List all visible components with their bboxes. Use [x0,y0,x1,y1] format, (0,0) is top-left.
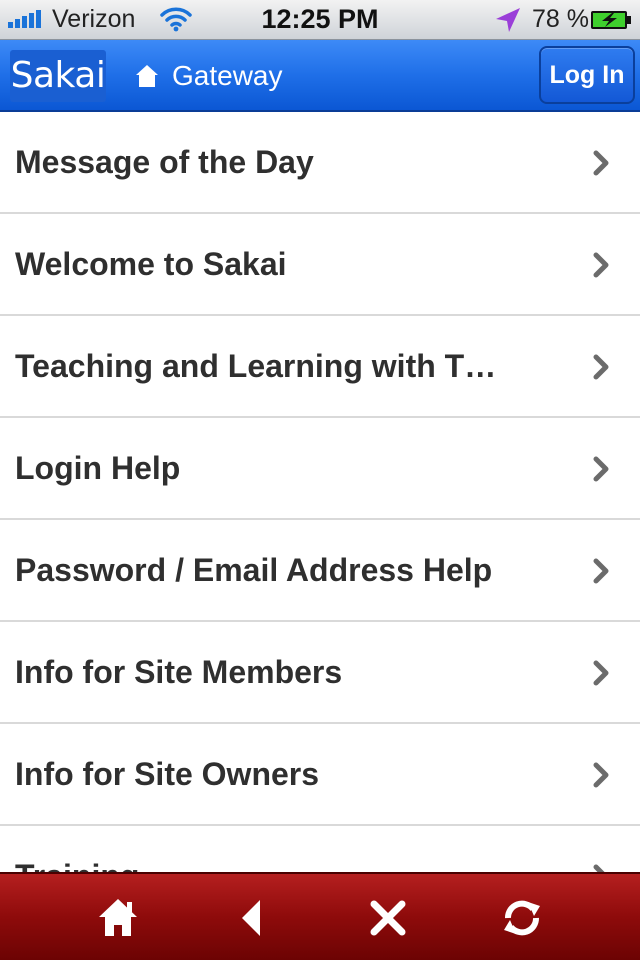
menu-list: Message of the Day Welcome to Sakai Teac… [0,112,640,872]
location-arrow-icon [496,8,520,32]
list-item-label: Info for Site Owners [15,756,320,792]
status-bar: Verizon 12:25 PM 78 % [0,0,640,40]
list-item[interactable]: Info for Site Owners [0,724,640,826]
list-item-label: Info for Site Members [15,654,343,690]
battery-percent: 78 % [532,5,589,33]
chevron-right-icon [593,660,609,686]
list-item-label: Teaching and Learning with T… [15,348,497,384]
app-header: Sakai Gateway Log In [0,40,640,112]
chevron-right-icon [593,558,609,584]
list-item[interactable]: Message of the Day [0,112,640,214]
chevron-right-icon [593,864,605,872]
chevron-right-icon [593,150,609,176]
list-item[interactable]: Teaching and Learning with T… [0,316,640,418]
close-icon[interactable] [366,896,410,940]
chevron-right-icon [593,354,609,380]
chevron-right-icon [593,252,609,278]
list-item-label: Password / Email Address Help [15,552,493,588]
list-item[interactable]: Training [0,826,640,872]
sakai-logo[interactable]: Sakai [10,50,106,102]
back-arrow-icon[interactable] [230,896,274,940]
page-title: Gateway [172,60,283,91]
list-item[interactable]: Welcome to Sakai [0,214,640,316]
list-item-label: Message of the Day [15,144,314,180]
list-item[interactable]: Info for Site Members [0,622,640,724]
login-button[interactable]: Log In [539,46,635,104]
list-item-label: Welcome to Sakai [15,246,287,282]
home-icon[interactable] [96,896,140,940]
bottom-toolbar [0,872,640,960]
home-icon [136,65,158,87]
list-item-label: Login Help [15,450,181,486]
list-item-label: Training [15,826,570,872]
chevron-right-icon [593,456,609,482]
list-item[interactable]: Login Help [0,418,640,520]
battery-charging-icon [591,11,631,29]
list-item[interactable]: Password / Email Address Help [0,520,640,622]
refresh-icon[interactable] [500,896,544,940]
chevron-right-icon [593,762,609,788]
